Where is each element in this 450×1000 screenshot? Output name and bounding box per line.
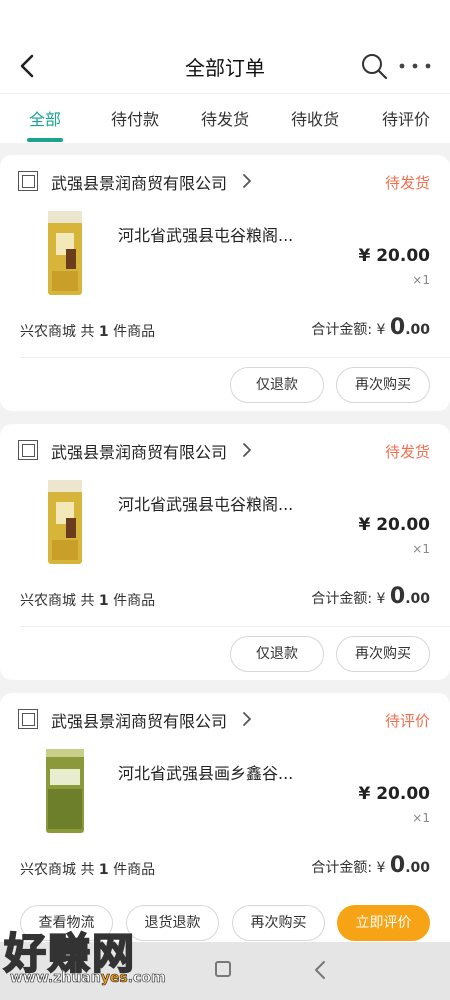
item-count: 1 — [98, 862, 109, 878]
tab-pending-payment[interactable]: 待付款 — [97, 106, 173, 130]
product-name[interactable]: 河北省武强县屯谷粮阁... — [118, 222, 293, 246]
review-now-button[interactable]: 立即评价 — [337, 905, 430, 941]
search-icon[interactable] — [360, 52, 388, 80]
total-integer: 0 — [389, 315, 406, 340]
chevron-right-icon[interactable] — [241, 710, 253, 728]
product-price: ¥ 20.00 — [358, 246, 430, 266]
chevron-right-icon[interactable] — [241, 172, 253, 190]
order-status: 待评价 — [384, 712, 430, 730]
order-card[interactable]: 武强县景润商贸有限公司 待发货 河北省武强县屯谷粮阁... ¥ 20.00 ×1… — [0, 424, 450, 680]
product-price: ¥ 20.00 — [358, 515, 430, 535]
watermark-url-a: www.zhuan — [10, 970, 101, 987]
store-icon — [18, 440, 38, 460]
active-tab-indicator — [27, 138, 63, 142]
item-count: 1 — [98, 593, 109, 609]
summary-suffix: 件商品 — [108, 593, 156, 609]
summary-suffix: 件商品 — [108, 324, 156, 340]
summary-suffix: 件商品 — [108, 862, 156, 878]
watermark-url: www.zhuanyes.com — [10, 970, 166, 987]
store-name[interactable]: 武强县景润商贸有限公司 — [51, 708, 227, 732]
order-status: 待发货 — [384, 443, 430, 461]
refund-only-button[interactable]: 仅退款 — [230, 367, 324, 403]
product-name[interactable]: 河北省武强县屯谷粮阁... — [118, 491, 293, 515]
total-label: 合计金额: ¥ — [311, 591, 390, 607]
store-name[interactable]: 武强县景润商贸有限公司 — [51, 439, 227, 463]
total-label: 合计金额: ¥ — [311, 322, 390, 338]
top-bar: 全部订单 — [0, 0, 450, 93]
product-image[interactable] — [42, 747, 88, 835]
product-quantity: ×1 — [412, 542, 430, 556]
tab-all[interactable]: 全部 — [7, 106, 83, 130]
tab-pending-receipt[interactable]: 待收货 — [277, 106, 353, 130]
item-count: 1 — [98, 324, 109, 340]
store-name[interactable]: 武强县景润商贸有限公司 — [51, 170, 227, 194]
product-price: ¥ 20.00 — [358, 784, 430, 804]
tab-pending-shipment[interactable]: 待发货 — [187, 106, 263, 130]
summary-prefix: 兴农商城 共 — [20, 862, 99, 878]
buy-again-button[interactable]: 再次购买 — [232, 905, 325, 941]
product-quantity: ×1 — [412, 273, 430, 287]
product-image[interactable] — [42, 478, 88, 566]
order-status: 待发货 — [384, 174, 430, 192]
order-total: 合计金额: ¥ 0.00 — [311, 584, 430, 609]
order-summary: 兴农商城 共 1 件商品 — [20, 321, 155, 341]
tab-pending-review[interactable]: 待评价 — [368, 106, 444, 130]
buy-again-button[interactable]: 再次购买 — [336, 636, 430, 672]
total-integer: 0 — [389, 853, 406, 878]
store-icon — [18, 709, 38, 729]
order-total: 合计金额: ¥ 0.00 — [311, 853, 430, 878]
order-summary: 兴农商城 共 1 件商品 — [20, 859, 155, 879]
chevron-right-icon[interactable] — [241, 441, 253, 459]
nav-back-icon[interactable] — [314, 960, 326, 980]
total-integer: 0 — [389, 584, 406, 609]
divider — [20, 357, 450, 358]
order-total: 合计金额: ¥ 0.00 — [311, 315, 430, 340]
summary-prefix: 兴农商城 共 — [20, 593, 99, 609]
order-summary: 兴农商城 共 1 件商品 — [20, 590, 155, 610]
watermark-url-b: yes — [100, 970, 128, 987]
store-icon — [18, 171, 38, 191]
order-tabs: 全部 待付款 待发货 待收货 待评价 — [0, 93, 450, 143]
refund-only-button[interactable]: 仅退款 — [230, 636, 324, 672]
more-options-icon[interactable] — [398, 54, 432, 78]
total-decimal: .00 — [405, 860, 430, 876]
summary-prefix: 兴农商城 共 — [20, 324, 99, 340]
total-decimal: .00 — [405, 322, 430, 338]
home-icon[interactable] — [215, 961, 231, 977]
buy-again-button[interactable]: 再次购买 — [336, 367, 430, 403]
watermark-logo: 好赚网 www.zhuanyes.com — [3, 920, 200, 990]
product-name[interactable]: 河北省武强县画乡鑫谷... — [118, 760, 293, 784]
watermark-url-c: .com — [127, 970, 166, 987]
product-quantity: ×1 — [412, 811, 430, 825]
total-decimal: .00 — [405, 591, 430, 607]
divider — [20, 626, 450, 627]
total-label: 合计金额: ¥ — [311, 860, 390, 876]
order-card[interactable]: 武强县景润商贸有限公司 待发货 河北省武强县屯谷粮阁... ¥ 20.00 ×1… — [0, 155, 450, 411]
product-image[interactable] — [42, 209, 88, 297]
